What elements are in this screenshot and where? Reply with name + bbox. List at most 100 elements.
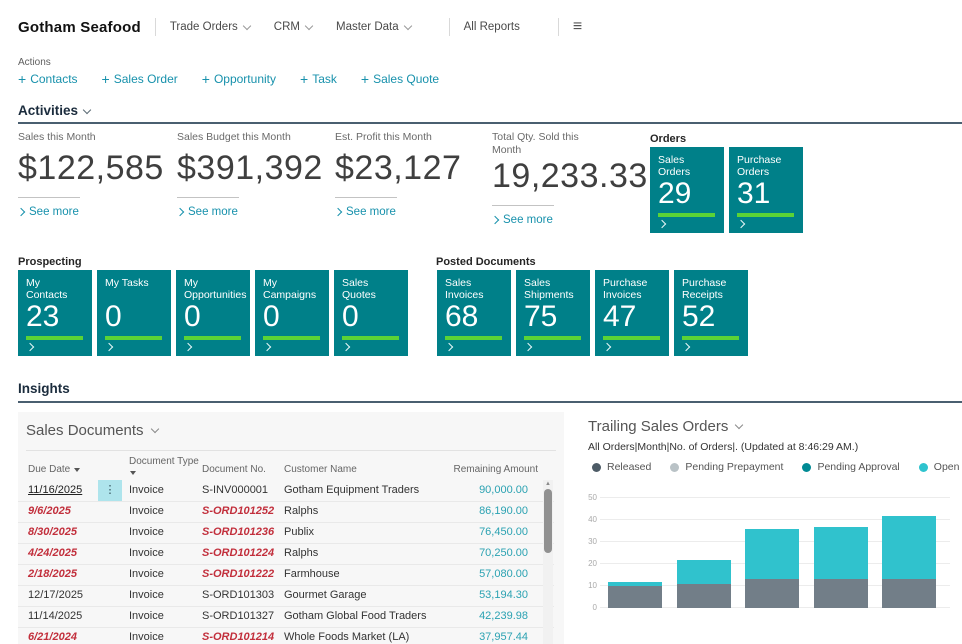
table-scrollbar[interactable]: ▲ bbox=[543, 480, 553, 644]
due-date-link[interactable]: 4/24/2025 bbox=[28, 547, 77, 559]
document-no-link[interactable]: S-ORD101222 bbox=[202, 568, 274, 580]
kpi-sales-this-month: Sales this Month $122,585 See more bbox=[18, 131, 168, 218]
chart-bar-segment-released[interactable] bbox=[745, 579, 799, 608]
tile-my-contacts[interactable]: My Contacts 23 bbox=[18, 270, 92, 356]
document-no-link[interactable]: S-ORD101224 bbox=[202, 547, 274, 559]
due-date-link[interactable]: 11/14/2025 bbox=[28, 610, 82, 622]
tile-sales-shipments[interactable]: Sales Shipments 75 bbox=[516, 270, 590, 356]
due-date-link[interactable]: 11/16/2025 bbox=[28, 484, 82, 496]
tile-purchase-receipts[interactable]: Purchase Receipts 52 bbox=[674, 270, 748, 356]
chart-ytick: 30 bbox=[585, 537, 597, 546]
see-more-link[interactable]: See more bbox=[18, 206, 168, 218]
kpi-value[interactable]: $391,392 bbox=[177, 149, 327, 188]
legend-dot-icon bbox=[592, 463, 601, 472]
row-context-menu-icon[interactable]: ⋮ bbox=[98, 480, 122, 501]
due-date-link[interactable]: 2/18/2025 bbox=[28, 568, 77, 580]
chart-bar-segment-released[interactable] bbox=[677, 584, 731, 608]
kpi-value[interactable]: 19,233.33 bbox=[492, 157, 642, 196]
action-new-task[interactable]: +Task bbox=[300, 71, 337, 87]
column-header-document-type[interactable]: Document Type bbox=[129, 456, 199, 478]
insights-section-header[interactable]: Insights bbox=[18, 381, 70, 396]
kpi-value[interactable]: $23,127 bbox=[335, 149, 485, 188]
kpi-est-profit: Est. Profit this Month $23,127 See more bbox=[335, 131, 485, 218]
tile-my-tasks[interactable]: My Tasks 0 bbox=[97, 270, 171, 356]
tile-my-opportunities[interactable]: My Opportunities 0 bbox=[176, 270, 250, 356]
chart-bar-segment-open[interactable] bbox=[814, 527, 868, 580]
menu-master-data[interactable]: Master Data bbox=[336, 21, 411, 33]
chevron-right-icon bbox=[737, 220, 745, 228]
document-no-link[interactable]: S-ORD101214 bbox=[202, 631, 274, 643]
customer-name: Publix bbox=[284, 526, 314, 538]
actions-row: +Contacts +Sales Order +Opportunity +Tas… bbox=[18, 71, 439, 87]
chart-bar-segment-open[interactable] bbox=[677, 560, 731, 584]
kpi-label: Sales this Month bbox=[18, 131, 168, 144]
remaining-amount-link[interactable]: 70,250.00 bbox=[479, 547, 528, 559]
document-no-link[interactable]: S-INV000001 bbox=[202, 484, 268, 496]
chevron-down-icon bbox=[150, 425, 158, 433]
menu-crm[interactable]: CRM bbox=[274, 21, 312, 33]
plus-icon: + bbox=[361, 71, 369, 87]
chart-bar-segment-released[interactable] bbox=[814, 579, 868, 608]
remaining-amount-link[interactable]: 42,239.98 bbox=[479, 610, 528, 622]
menu-all-reports[interactable]: All Reports bbox=[464, 21, 520, 33]
document-no-link[interactable]: S-ORD101252 bbox=[202, 505, 274, 517]
chart-bar-segment-open[interactable] bbox=[745, 529, 799, 580]
see-more-link[interactable]: See more bbox=[335, 206, 485, 218]
chevron-right-icon bbox=[603, 343, 611, 351]
tile-my-campaigns[interactable]: My Campaigns 0 bbox=[255, 270, 329, 356]
chart-bar-segment-released[interactable] bbox=[608, 586, 662, 608]
document-no-link[interactable]: S-ORD101303 bbox=[202, 589, 274, 601]
document-no-link[interactable]: S-ORD101327 bbox=[202, 610, 274, 622]
chart-subtitle: All Orders|Month|No. of Orders|. (Update… bbox=[588, 441, 858, 453]
document-no-link[interactable]: S-ORD101236 bbox=[202, 526, 274, 538]
chart-bar[interactable] bbox=[745, 529, 799, 608]
trailing-sales-orders-card: Trailing Sales Orders All Orders|Month|N… bbox=[584, 412, 962, 644]
filter-icon[interactable] bbox=[74, 468, 80, 472]
remaining-amount-link[interactable]: 57,080.00 bbox=[479, 568, 528, 580]
chart-bar[interactable] bbox=[882, 516, 936, 608]
remaining-amount-link[interactable]: 76,450.00 bbox=[479, 526, 528, 538]
kpi-value[interactable]: $122,585 bbox=[18, 149, 168, 188]
trailing-sales-orders-title[interactable]: Trailing Sales Orders bbox=[588, 418, 742, 435]
chart-bar-segment-open[interactable] bbox=[882, 516, 936, 580]
chart-bar[interactable] bbox=[677, 560, 731, 608]
action-new-contacts[interactable]: +Contacts bbox=[18, 71, 78, 87]
tile-purchase-invoices[interactable]: Purchase Invoices 47 bbox=[595, 270, 669, 356]
see-more-link[interactable]: See more bbox=[492, 214, 642, 226]
remaining-amount-link[interactable]: 90,000.00 bbox=[479, 484, 528, 496]
hamburger-menu-icon[interactable]: ≡ bbox=[573, 19, 582, 35]
remaining-amount-link[interactable]: 86,190.00 bbox=[479, 505, 528, 517]
plus-icon: + bbox=[202, 71, 210, 87]
customer-name: Farmhouse bbox=[284, 568, 340, 580]
menu-trade-orders[interactable]: Trade Orders bbox=[170, 21, 250, 33]
tile-sales-quotes[interactable]: Sales Quotes 0 bbox=[334, 270, 408, 356]
kpi-sales-budget: Sales Budget this Month $391,392 See mor… bbox=[177, 131, 327, 218]
column-header-remaining-amount[interactable]: Remaining Amount bbox=[454, 464, 539, 475]
scrollbar-up-icon[interactable]: ▲ bbox=[543, 480, 553, 488]
action-new-opportunity[interactable]: +Opportunity bbox=[202, 71, 276, 87]
column-header-customer-name[interactable]: Customer Name bbox=[284, 464, 357, 475]
column-header-document-no[interactable]: Document No. bbox=[202, 464, 266, 475]
remaining-amount-link[interactable]: 37,957.44 bbox=[479, 631, 528, 643]
due-date-link[interactable]: 9/6/2025 bbox=[28, 505, 71, 517]
due-date-link[interactable]: 6/21/2024 bbox=[28, 631, 77, 643]
sales-documents-title[interactable]: Sales Documents bbox=[26, 422, 158, 439]
due-date-link[interactable]: 8/30/2025 bbox=[28, 526, 77, 538]
tile-sales-invoices[interactable]: Sales Invoices 68 bbox=[437, 270, 511, 356]
filter-icon[interactable] bbox=[130, 471, 136, 475]
customer-name: Gourmet Garage bbox=[284, 589, 367, 601]
column-header-due-date[interactable]: Due Date bbox=[28, 464, 80, 475]
chart-bar-segment-released[interactable] bbox=[882, 579, 936, 608]
activities-section-header[interactable]: Activities bbox=[18, 103, 90, 118]
tile-sales-orders[interactable]: Sales Orders 29 bbox=[650, 147, 724, 233]
due-date-link[interactable]: 12/17/2025 bbox=[28, 589, 83, 601]
chart-bar[interactable] bbox=[814, 527, 868, 608]
chart-bar[interactable] bbox=[608, 582, 662, 608]
remaining-amount-link[interactable]: 53,194.30 bbox=[479, 589, 528, 601]
see-more-link[interactable]: See more bbox=[177, 206, 327, 218]
chart-plot: 01020304050 bbox=[600, 498, 950, 608]
action-new-sales-order[interactable]: +Sales Order bbox=[102, 71, 178, 87]
scrollbar-thumb[interactable] bbox=[544, 489, 552, 553]
tile-purchase-orders[interactable]: Purchase Orders 31 bbox=[729, 147, 803, 233]
action-new-sales-quote[interactable]: +Sales Quote bbox=[361, 71, 439, 87]
